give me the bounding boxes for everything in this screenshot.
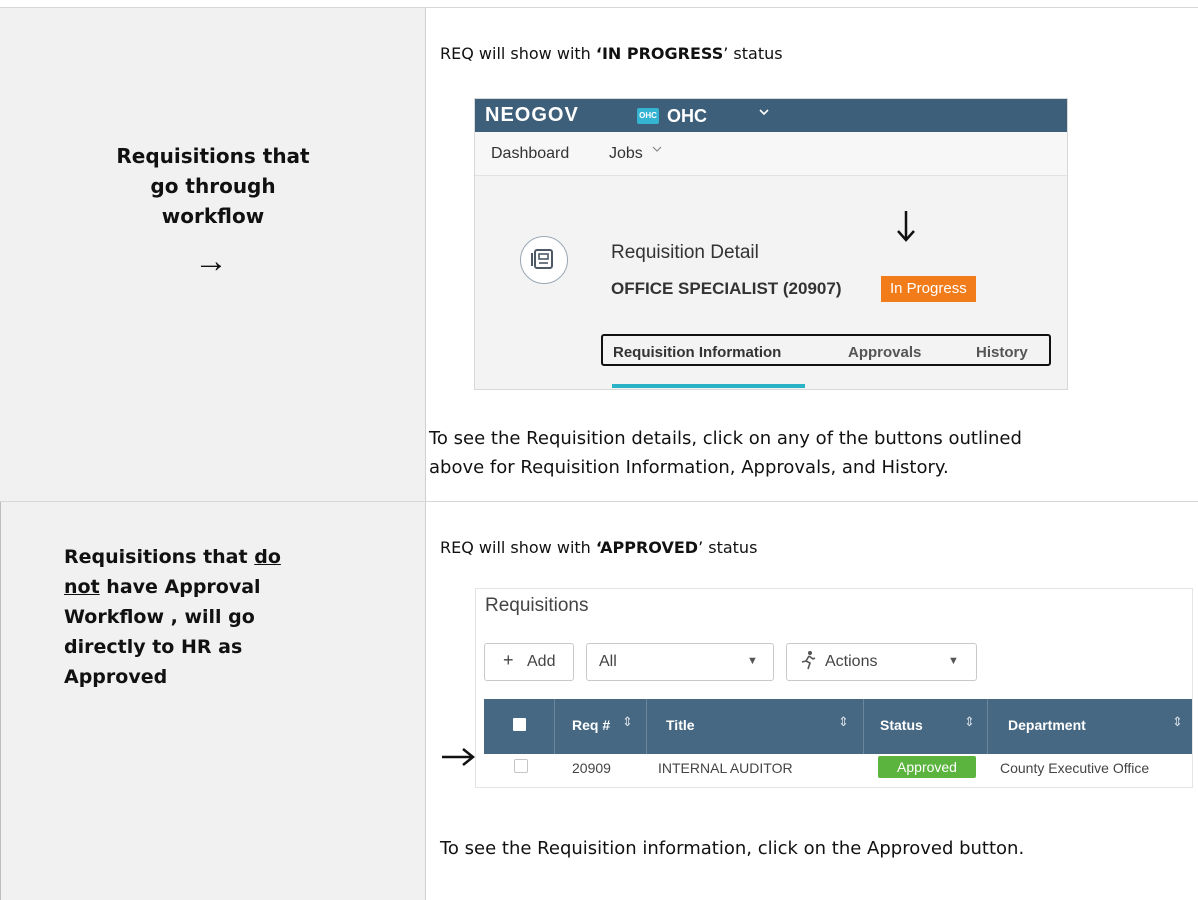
right-cell-no-workflow: REQ will show with ‘APPROVED’ status Req… [427, 502, 1198, 900]
add-button[interactable]: + Add [484, 643, 574, 681]
tab-requisition-information[interactable]: Requisition Information [613, 344, 781, 361]
org-badge-icon: OHC [637, 108, 659, 124]
instruction-note: To see the Requisition details, click on… [429, 428, 1022, 478]
status-description: REQ will show with ‘IN PROGRESS’ status [440, 44, 783, 63]
status-value: ‘APPROVED [595, 538, 699, 557]
table-row-no-workflow: Requisitions that do not have Approval W… [0, 502, 1198, 900]
tabs-outline: Requisition Information Approvals Histor… [601, 334, 1051, 366]
tab-history[interactable]: History [976, 344, 1028, 361]
table-header: Req # ⇕ Title ⇕ Status ⇕ Department ⇕ [484, 699, 1192, 754]
sort-icon[interactable]: ⇕ [622, 714, 633, 730]
row-checkbox[interactable] [514, 759, 528, 773]
requisition-name: OFFICE SPECIALIST (20907) [611, 279, 842, 298]
instruction-table: Requisitions that go through workflow → … [0, 0, 1198, 900]
page-title: Requisition Detail [611, 242, 759, 263]
main-nav: Dashboard Jobs [475, 132, 1067, 176]
heading-line: go through [150, 174, 276, 198]
status-value: ‘IN PROGRESS [595, 44, 724, 63]
list-heading: Requisitions [485, 595, 589, 616]
chevron-down-icon[interactable] [651, 142, 663, 160]
sort-icon[interactable]: ⇕ [964, 714, 975, 730]
plus-icon: + [503, 650, 514, 670]
column-department[interactable]: Department [1008, 717, 1086, 733]
right-cell-workflow: REQ will show with ‘IN PROGRESS’ status … [427, 8, 1198, 501]
column-req-number[interactable]: Req # [572, 717, 610, 733]
heading-line: workflow [161, 204, 265, 228]
left-cell-workflow: Requisitions that go through workflow → [0, 8, 426, 501]
caret-down-icon: ▼ [747, 655, 758, 667]
active-tab-indicator [612, 384, 805, 388]
right-arrow-icon [440, 742, 476, 776]
tab-approvals[interactable]: Approvals [848, 344, 921, 361]
sort-icon[interactable]: ⇕ [838, 714, 849, 730]
select-all-checkbox[interactable] [513, 718, 526, 731]
status-badge: In Progress [881, 276, 976, 302]
no-workflow-heading: Requisitions that do not have Approval W… [64, 546, 281, 688]
cell-department: County Executive Office [1000, 760, 1150, 776]
down-arrow-icon [895, 209, 917, 251]
sort-icon[interactable]: ⇕ [1172, 714, 1183, 730]
table-row-workflow: Requisitions that go through workflow → … [0, 7, 1198, 502]
neogov-logo: NEOGOV [485, 104, 579, 126]
approved-button[interactable]: Approved [878, 756, 976, 778]
status-description: REQ will show with ‘APPROVED’ status [440, 538, 758, 557]
requisition-detail-screenshot: NEOGOV OHC OHC Dashboard Jobs Requisitio… [474, 98, 1068, 390]
newspaper-icon [520, 236, 568, 284]
left-cell-no-workflow: Requisitions that do not have Approval W… [0, 502, 426, 900]
workflow-heading: Requisitions that go through workflow [0, 141, 426, 231]
filter-select[interactable]: All ▼ [586, 643, 774, 681]
column-status[interactable]: Status [880, 717, 923, 733]
top-bar: NEOGOV OHC OHC [475, 99, 1067, 132]
column-title[interactable]: Title [666, 717, 695, 733]
org-switcher[interactable]: OHC [667, 106, 707, 127]
nav-jobs[interactable]: Jobs [609, 145, 643, 163]
actions-dropdown[interactable]: Actions ▼ [786, 643, 977, 681]
caret-down-icon: ▼ [948, 655, 959, 667]
cell-req-number: 20909 [572, 760, 611, 776]
right-arrow-icon: → [194, 242, 228, 280]
cell-title[interactable]: INTERNAL AUDITOR [658, 760, 793, 776]
instruction-note: To see the Requisition information, clic… [440, 838, 1025, 859]
running-person-icon [799, 649, 817, 676]
requisitions-list-screenshot: Requisitions + Add All ▼ Actions ▼ Req #… [475, 588, 1193, 788]
heading-line: Requisitions that [116, 144, 310, 168]
chevron-down-icon[interactable] [757, 105, 771, 122]
nav-dashboard[interactable]: Dashboard [491, 145, 569, 163]
